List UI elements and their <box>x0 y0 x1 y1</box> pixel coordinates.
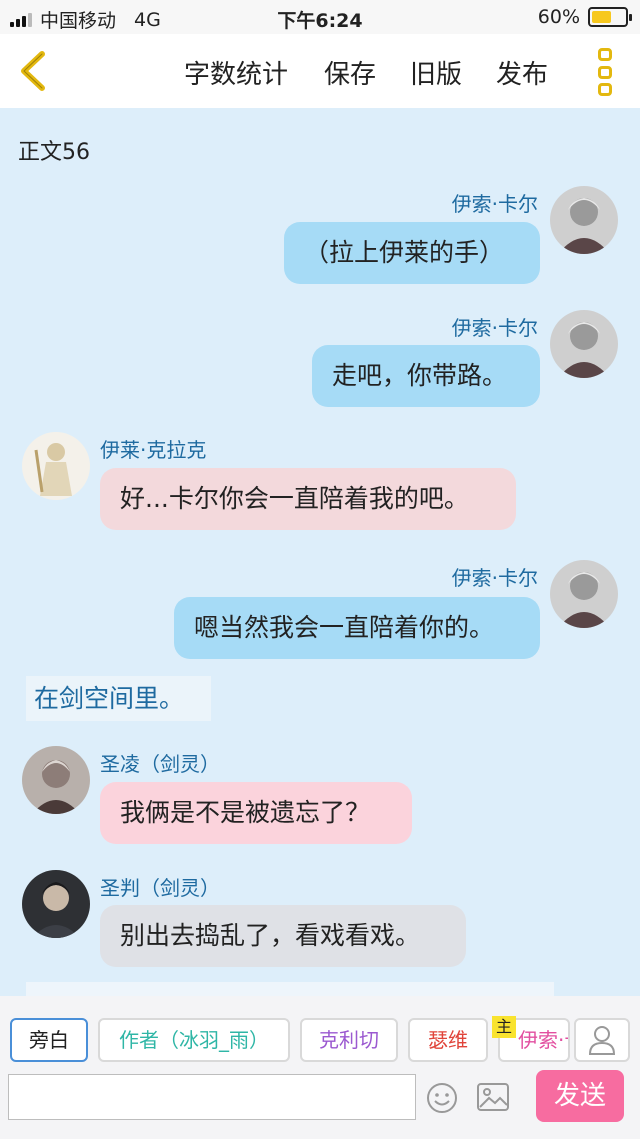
input-bar: 发送 <box>0 1068 640 1139</box>
avatar[interactable] <box>22 746 90 814</box>
chevron-left-icon <box>21 51 45 91</box>
message-sender-name: 圣判（剑灵） <box>100 876 220 900</box>
send-button[interactable]: 发送 <box>536 1070 624 1122</box>
battery-icon <box>588 7 632 27</box>
old-version-button[interactable]: 旧版 <box>410 54 462 91</box>
narration-text: 在剑空间里。 <box>26 676 211 721</box>
role-chip-author[interactable]: 作者（冰羽_雨） <box>98 1018 290 1062</box>
publish-button[interactable]: 发布 <box>496 54 548 91</box>
message-bubble: 好...卡尔你会一直陪着我的吧。 <box>100 468 516 530</box>
chat-content: 正文56 伊索·卡尔 （拉上伊莱的手） 伊索·卡尔 走吧，你带路。 伊莱·克拉克… <box>0 108 640 996</box>
partial-message <box>26 982 554 996</box>
message-bubble: 走吧，你带路。 <box>312 345 540 407</box>
message-sender-name: 伊索·卡尔 <box>451 566 538 590</box>
more-vertical-icon[interactable] <box>598 48 616 96</box>
role-chip-narrator[interactable]: 旁白 <box>10 1018 88 1062</box>
user-icon <box>588 1026 616 1055</box>
back-button[interactable] <box>14 50 54 92</box>
image-button[interactable] <box>476 1082 510 1112</box>
message-sender-name: 伊莱·克拉克 <box>100 438 207 462</box>
role-chip-servais[interactable]: 瑟维 <box>408 1018 488 1062</box>
message-bubble: 我俩是不是被遗忘了？ <box>100 782 412 844</box>
avatar[interactable] <box>550 310 618 378</box>
top-toolbar: 字数统计 保存 旧版 发布 <box>0 34 640 108</box>
avatar[interactable] <box>22 870 90 938</box>
word-count-label: 正文56 <box>18 140 90 165</box>
smiley-icon <box>427 1083 457 1113</box>
avatar[interactable] <box>22 432 90 500</box>
status-right: 60% <box>537 6 632 28</box>
save-button[interactable]: 保存 <box>324 54 376 91</box>
role-chip-kreacher[interactable]: 克利切 <box>300 1018 398 1062</box>
message-sender-name: 伊索·卡尔 <box>451 192 538 216</box>
status-bar: 中国移动 4G 下午6:24 60% <box>0 0 640 34</box>
message-sender-name: 圣凌（剑灵） <box>100 752 220 776</box>
battery-percent: 60% <box>537 6 580 28</box>
image-icon <box>477 1083 509 1111</box>
message-sender-name: 伊索·卡尔 <box>451 316 538 340</box>
avatar[interactable] <box>550 186 618 254</box>
message-bubble: 嗯当然我会一直陪着你的。 <box>174 597 540 659</box>
emoji-button[interactable] <box>426 1082 458 1114</box>
user-button[interactable] <box>574 1018 630 1062</box>
word-count-button[interactable]: 字数统计 <box>184 54 288 91</box>
message-bubble: （拉上伊莱的手） <box>284 222 540 284</box>
message-input[interactable] <box>8 1074 416 1120</box>
message-bubble: 别出去捣乱了，看戏看戏。 <box>100 905 466 967</box>
avatar[interactable] <box>550 560 618 628</box>
role-selector-bar: 旁白 作者（冰羽_雨） 克利切 瑟维 伊索·卡尔 主 <box>0 996 640 1068</box>
battery-fill <box>592 11 612 23</box>
main-role-badge: 主 <box>492 1016 516 1038</box>
